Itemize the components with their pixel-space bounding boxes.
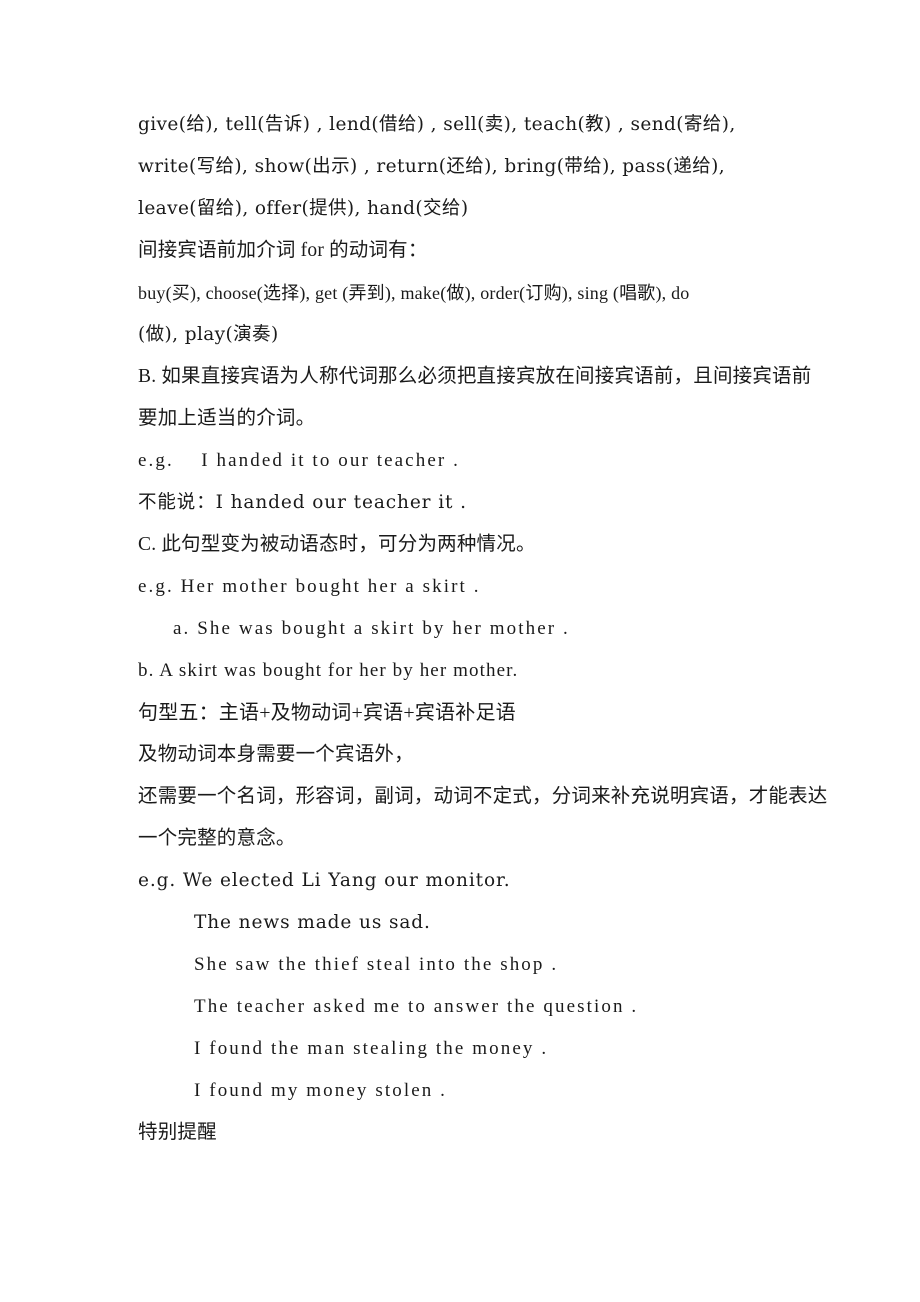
pattern-five-heading: 句型五：主语+及物动词+宾语+宾语补足语 (138, 702, 516, 724)
pattern-five-example-3: She saw the thief steal into the shop . (194, 954, 559, 975)
pattern-five-example-4: The teacher asked me to answer the quest… (194, 996, 639, 1017)
rule-b-example: e.g. I handed it to our teacher . (138, 450, 460, 471)
pattern-five-desc-1: 及物动词本身需要一个宾语外， (138, 744, 414, 765)
rule-b-counterexample: 不能说：I handed our teacher it . (138, 492, 467, 513)
rule-b-line-1: B. 如果直接宾语为人称代词那么必须把直接宾放在间接宾语前，且间接宾语前 (138, 366, 812, 387)
pattern-five-example-1: e.g. We elected Li Yang our monitor. (138, 870, 511, 891)
verbs-for-line-1: buy(买), choose(选择), get (弄到), make(做), o… (138, 283, 690, 303)
document-text-body: give(给), tell(告诉) , lend(借给) , sell(卖), … (138, 104, 838, 1154)
pattern-five-example-2: The news made us sad. (194, 912, 431, 933)
document-page: give(给), tell(告诉) , lend(借给) , sell(卖), … (0, 0, 920, 1302)
pattern-five-desc-2: 还需要一个名词，形容词，副词，动词不定式，分词来补充说明宾语，才能表达 (138, 786, 828, 807)
verbs-to-line-3: leave(留给), offer(提供), hand(交给) (138, 198, 469, 219)
rule-c-passive-a: a. She was bought a skirt by her mother … (173, 618, 570, 639)
rule-c-example: e.g. Her mother bought her a skirt . (138, 576, 481, 597)
verbs-for-intro: 间接宾语前加介词 for 的动词有： (138, 240, 428, 261)
rule-c-line-1: C. 此句型变为被动语态时，可分为两种情况。 (138, 534, 536, 555)
pattern-five-example-6: I found my money stolen . (194, 1080, 448, 1101)
verbs-to-line-2: write(写给), show(出示) , return(还给), bring(… (138, 156, 726, 177)
rule-c-passive-b: b. A skirt was bought for her by her mot… (138, 660, 519, 681)
rule-b-line-2: 要加上适当的介词。 (138, 408, 316, 429)
special-reminder-heading: 特别提醒 (138, 1122, 217, 1143)
verbs-for-line-2: (做), play(演奏) (138, 324, 279, 345)
pattern-five-desc-3: 一个完整的意念。 (138, 828, 296, 849)
verbs-to-line-1: give(给), tell(告诉) , lend(借给) , sell(卖), … (138, 114, 736, 135)
pattern-five-example-5: I found the man stealing the money . (194, 1038, 549, 1059)
